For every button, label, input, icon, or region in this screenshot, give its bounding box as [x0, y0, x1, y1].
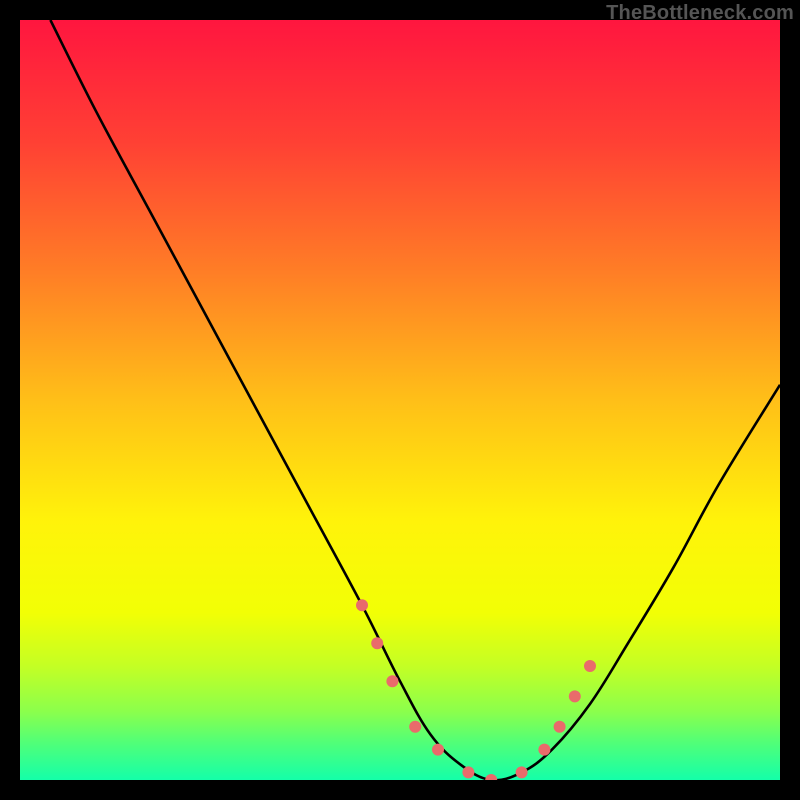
- scatter-point: [554, 721, 566, 733]
- chart-background: [20, 20, 780, 780]
- scatter-point: [432, 744, 444, 756]
- chart-svg: [20, 20, 780, 780]
- scatter-point: [516, 766, 528, 778]
- scatter-point: [538, 744, 550, 756]
- watermark-text: TheBottleneck.com: [606, 2, 794, 25]
- scatter-point: [584, 660, 596, 672]
- scatter-point: [371, 637, 383, 649]
- chart-frame: [20, 20, 780, 780]
- scatter-point: [356, 599, 368, 611]
- scatter-point: [569, 690, 581, 702]
- scatter-point: [386, 675, 398, 687]
- scatter-point: [409, 721, 421, 733]
- scatter-point: [462, 766, 474, 778]
